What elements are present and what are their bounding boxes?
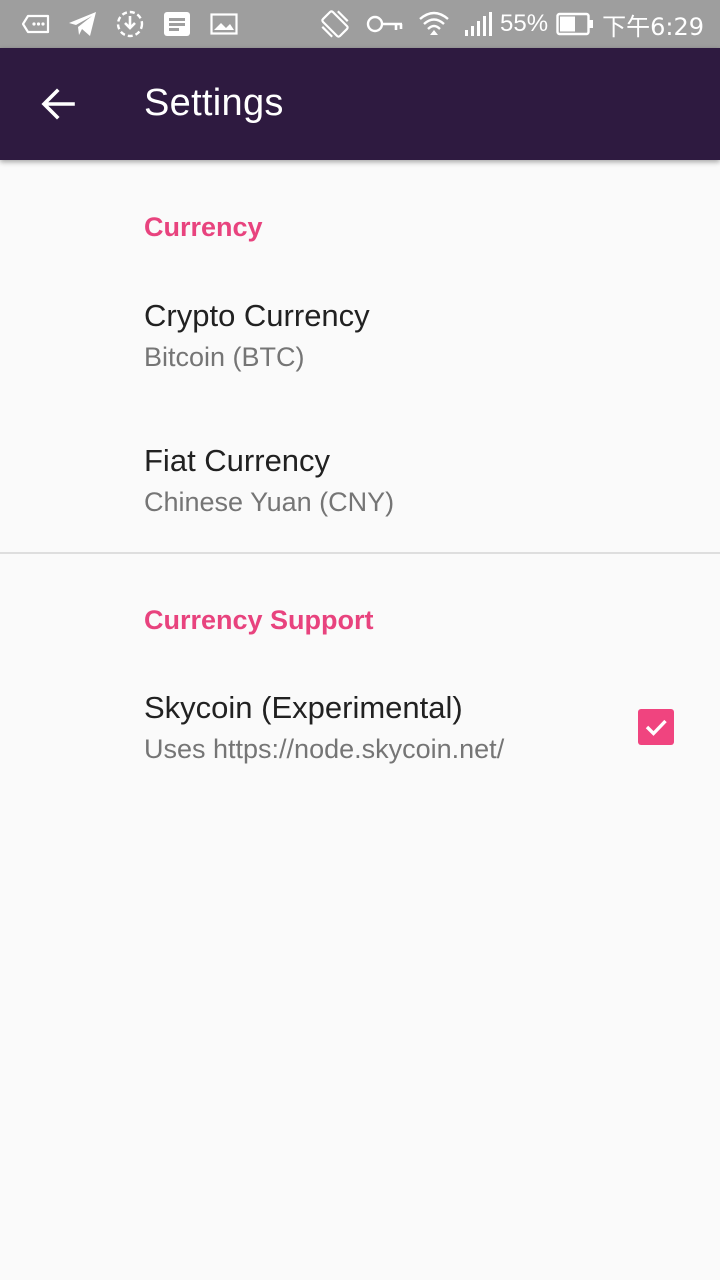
section-header-currency: Currency [144, 212, 263, 242]
wifi-icon [418, 8, 450, 40]
voicemail-icon [20, 8, 52, 40]
preference-title: Crypto Currency [144, 298, 370, 333]
preference-crypto-currency[interactable]: Crypto Currency Bitcoin (BTC) [0, 280, 720, 410]
arrow-back-icon [40, 86, 76, 122]
skycoin-checkbox[interactable] [638, 709, 674, 745]
app-bar: Settings [0, 48, 720, 160]
page-title: Settings [144, 82, 284, 124]
status-bar-left [20, 0, 255, 48]
section-divider [0, 552, 720, 554]
preference-summary: Bitcoin (BTC) [144, 342, 305, 372]
news-icon [161, 8, 193, 40]
image-icon [208, 8, 240, 40]
download-icon [114, 8, 146, 40]
status-bar: 55% 下午6:29 [0, 0, 720, 48]
vpn-key-icon [366, 8, 404, 40]
vibrate-icon [318, 8, 352, 40]
preference-summary: Uses https://node.skycoin.net/ [144, 734, 505, 764]
section-header-currency-support: Currency Support [144, 605, 374, 635]
clock: 下午6:29 [602, 12, 704, 41]
battery-percent: 55% [500, 10, 549, 37]
battery-icon [556, 8, 594, 40]
preference-skycoin[interactable]: Skycoin (Experimental) Uses https://node… [0, 672, 720, 782]
telegram-icon [67, 8, 99, 40]
preference-summary: Chinese Yuan (CNY) [144, 487, 395, 517]
preference-title: Fiat Currency [144, 443, 331, 478]
check-icon [642, 713, 670, 741]
back-button[interactable] [30, 76, 86, 132]
status-bar-right: 55% 下午6:29 [304, 0, 704, 48]
preference-title: Skycoin (Experimental) [144, 690, 463, 725]
signal-icon [464, 8, 494, 40]
preference-fiat-currency[interactable]: Fiat Currency Chinese Yuan (CNY) [0, 425, 720, 550]
